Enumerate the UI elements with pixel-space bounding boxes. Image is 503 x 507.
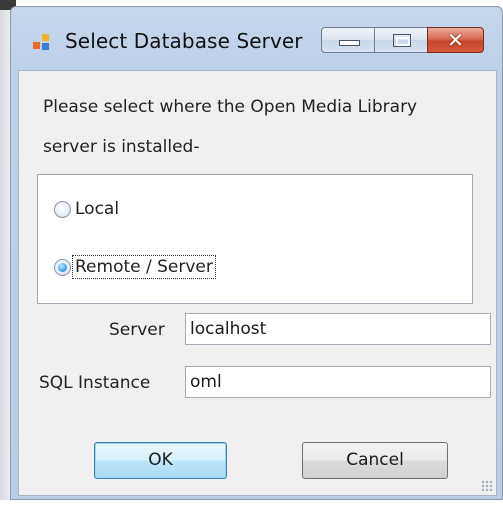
window-title: Select Database Server: [65, 29, 303, 53]
cancel-button[interactable]: Cancel: [302, 442, 448, 479]
instruction-line-2: server is installed-: [43, 137, 200, 157]
maximize-icon: [393, 34, 411, 47]
dialog-content: Please select where the Open Media Libra…: [18, 70, 497, 496]
maximize-button[interactable]: [374, 27, 428, 53]
instruction-line-1: Please select where the Open Media Libra…: [43, 97, 418, 117]
minimize-icon: [339, 40, 360, 46]
sql-instance-input[interactable]: [185, 366, 491, 398]
select-database-server-dialog: Select Database Server ✕ Please select w…: [10, 6, 503, 500]
radio-remote-server[interactable]: Remote / Server: [54, 254, 216, 280]
server-label: Server: [109, 320, 165, 340]
resize-grip-icon[interactable]: [481, 480, 493, 492]
install-location-group: Local Remote / Server: [37, 174, 473, 304]
server-input[interactable]: [185, 313, 491, 345]
radio-remote-server-indicator[interactable]: [54, 258, 71, 276]
close-icon: ✕: [447, 28, 464, 52]
radio-remote-server-label[interactable]: Remote / Server: [72, 255, 216, 279]
radio-local-indicator[interactable]: [54, 200, 71, 218]
database-server-icon: [33, 34, 53, 52]
radio-local-label[interactable]: Local: [73, 198, 121, 220]
radio-local[interactable]: Local: [54, 196, 121, 222]
sql-instance-label: SQL Instance: [39, 373, 151, 393]
background-edge: [0, 0, 10, 500]
minimize-button[interactable]: [321, 27, 375, 53]
title-bar[interactable]: Select Database Server ✕: [11, 7, 502, 71]
close-button[interactable]: ✕: [427, 27, 484, 53]
ok-button[interactable]: OK: [94, 442, 227, 479]
